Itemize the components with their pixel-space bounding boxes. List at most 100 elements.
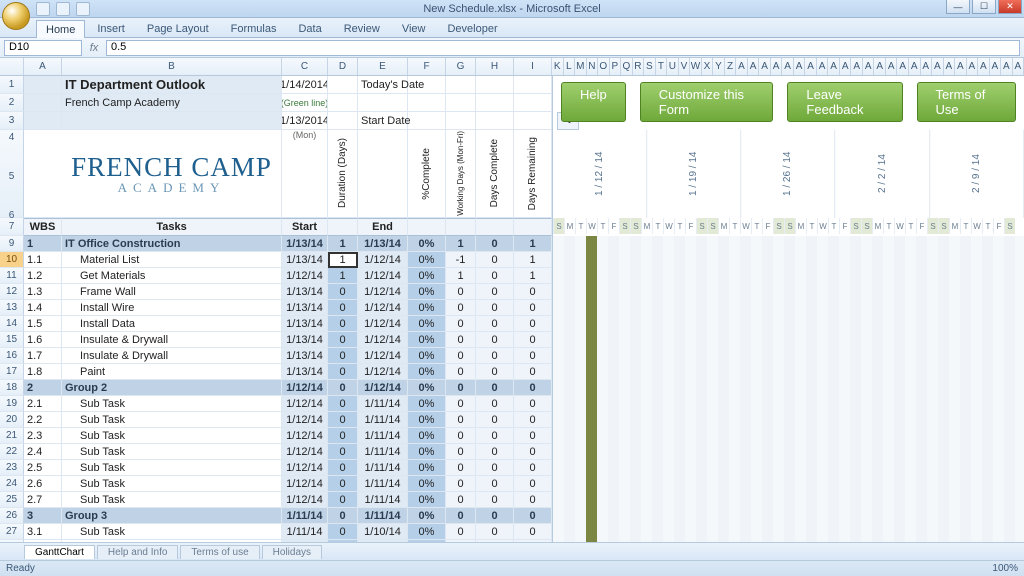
cell[interactable]: 1 [24,236,62,252]
column-header[interactable]: A [794,58,806,75]
cell[interactable]: 1/11/14 [358,492,408,508]
column-header[interactable]: U [667,58,679,75]
column-header[interactable]: A [805,58,817,75]
ribbon-tab-page-layout[interactable]: Page Layout [137,19,219,37]
row-header[interactable]: 15 [0,332,24,348]
cell[interactable]: 0 [446,332,476,348]
cell[interactable]: 1/11/14 [358,412,408,428]
cell[interactable]: 1/12/14 [282,380,328,396]
row-header[interactable]: 12 [0,284,24,300]
cell[interactable]: 0% [408,412,446,428]
cell[interactable]: Paint [62,364,282,380]
cell[interactable]: 0 [476,428,514,444]
cell[interactable]: 1/11/14 [282,508,328,524]
cell[interactable]: 1.1 [24,252,62,268]
column-header[interactable]: Z [725,58,737,75]
cell[interactable]: 0 [476,300,514,316]
cell[interactable]: 1/12/14 [358,364,408,380]
cell[interactable]: 1/12/14 [358,284,408,300]
cell[interactable]: 0 [446,428,476,444]
cell[interactable]: 1/11/14 [358,476,408,492]
column-header[interactable]: A [944,58,956,75]
row-header[interactable]: 7 [0,218,24,236]
cell[interactable]: 2 [24,380,62,396]
column-header[interactable]: A [978,58,990,75]
cell[interactable]: 0 [328,508,358,524]
cell[interactable]: 1/13/14 [282,316,328,332]
row-header[interactable]: 21 [0,428,24,444]
cell[interactable]: 0 [446,316,476,332]
cell[interactable]: 1.4 [24,300,62,316]
cell[interactable]: 0 [328,524,358,540]
row-header[interactable]: 27 [0,524,24,540]
cell[interactable]: 0% [408,364,446,380]
cell[interactable]: 1.3 [24,284,62,300]
cell[interactable]: 0% [408,236,446,252]
cell[interactable]: 0 [446,348,476,364]
ribbon-tab-formulas[interactable]: Formulas [221,19,287,37]
cell[interactable]: 1 [514,268,552,284]
select-all-corner[interactable] [0,58,24,75]
maximize-button[interactable]: ☐ [972,0,996,14]
column-header[interactable]: A [955,58,967,75]
cell[interactable]: 1 [514,252,552,268]
cell[interactable]: 0 [476,348,514,364]
cell[interactable]: 0 [476,332,514,348]
cell[interactable]: 1/12/14 [282,268,328,284]
cell[interactable]: 0 [476,236,514,252]
cell[interactable]: 0 [514,380,552,396]
column-header[interactable]: N [587,58,599,75]
feedback-button[interactable]: Leave Feedback [787,82,902,122]
cell[interactable]: 0% [408,316,446,332]
column-header[interactable]: A [771,58,783,75]
cell[interactable]: 1/12/14 [358,252,408,268]
cell[interactable]: 1/13/14 [358,236,408,252]
column-header[interactable]: A [967,58,979,75]
cell[interactable]: 1 [328,236,358,252]
sheet-tab[interactable]: GanttChart [24,545,95,559]
cell[interactable]: 0 [514,364,552,380]
row-header[interactable]: 9 [0,236,24,252]
cell[interactable]: 0% [408,524,446,540]
cell[interactable]: 0 [476,268,514,284]
cell[interactable]: 1 [446,268,476,284]
cell[interactable]: Sub Task [62,412,282,428]
customize-button[interactable]: Customize this Form [640,82,774,122]
column-header[interactable]: O [598,58,610,75]
cell[interactable]: 1/12/14 [358,348,408,364]
cell[interactable]: 1/11/14 [358,460,408,476]
cell[interactable]: 1/13/14 [282,284,328,300]
column-header[interactable]: C [282,58,328,75]
cell[interactable]: 0 [446,396,476,412]
cell[interactable]: 0 [476,364,514,380]
cell[interactable]: Sub Task [62,476,282,492]
cell[interactable]: Frame Wall [62,284,282,300]
cell[interactable]: 0% [408,396,446,412]
cell[interactable]: 0 [514,396,552,412]
office-button[interactable] [2,2,30,30]
cell[interactable]: 1/11/14 [358,428,408,444]
cell[interactable]: Sub Task [62,460,282,476]
cell[interactable]: 1.7 [24,348,62,364]
cell[interactable]: 0% [408,348,446,364]
cell[interactable]: 2.7 [24,492,62,508]
cell[interactable]: Group 3 [62,508,282,524]
formula-input[interactable]: 0.5 [106,40,1020,56]
column-header[interactable]: A [851,58,863,75]
column-header[interactable]: A [782,58,794,75]
cell[interactable]: 0 [328,428,358,444]
row-header[interactable]: 11 [0,268,24,284]
cell[interactable]: 0 [328,492,358,508]
cell[interactable]: 1/12/14 [282,460,328,476]
cell[interactable]: 0 [476,444,514,460]
cell[interactable]: 1.5 [24,316,62,332]
column-header[interactable]: R [633,58,645,75]
cell[interactable]: 0% [408,508,446,524]
sheet-tab[interactable]: Holidays [262,545,322,559]
column-header[interactable]: A [932,58,944,75]
column-header[interactable]: A [828,58,840,75]
cell[interactable]: 1/11/14 [358,444,408,460]
cell[interactable]: 1/13/14 [282,300,328,316]
ribbon-tab-home[interactable]: Home [36,20,85,38]
cell[interactable]: 0 [476,412,514,428]
